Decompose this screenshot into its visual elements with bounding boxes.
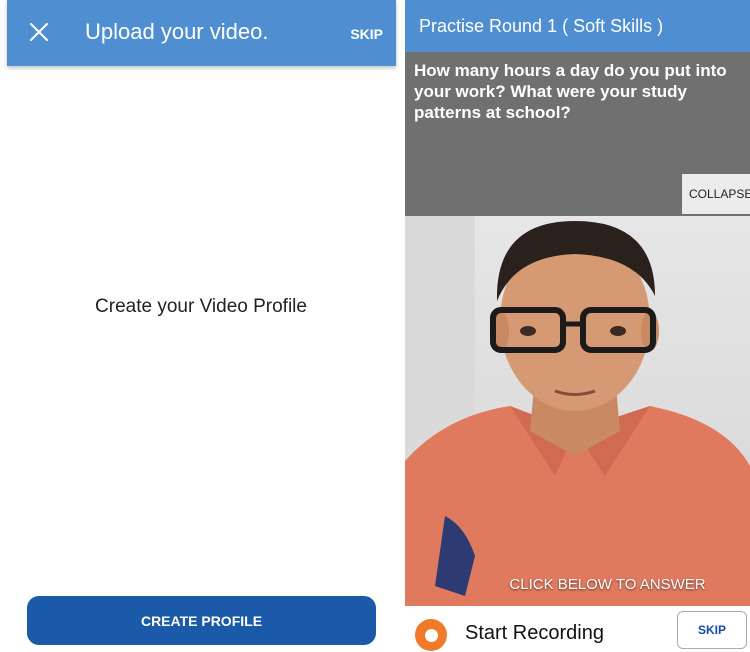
practise-round-screen: Practise Round 1 ( Soft Skills ) How man… <box>405 0 750 652</box>
upload-video-screen: Upload your video. SKIP Create your Vide… <box>0 0 396 652</box>
start-recording-label[interactable]: Start Recording <box>465 622 604 645</box>
round-header: Practise Round 1 ( Soft Skills ) <box>405 0 750 52</box>
skip-button[interactable]: SKIP <box>350 26 383 42</box>
question-text: How many hours a day do you put into you… <box>414 61 727 122</box>
close-icon[interactable] <box>27 20 51 44</box>
record-icon[interactable] <box>415 619 447 651</box>
camera-preview <box>405 216 750 606</box>
skip-question-button[interactable]: SKIP <box>677 611 747 649</box>
video-profile-heading: Create your Video Profile <box>95 296 307 317</box>
round-title: Practise Round 1 ( Soft Skills ) <box>419 16 664 36</box>
camera-feed-illustration <box>405 216 750 606</box>
answer-prompt: CLICK BELOW TO ANSWER <box>509 576 706 593</box>
page-title: Upload your video. <box>85 19 269 44</box>
collapse-button[interactable]: COLLAPSE <box>682 174 750 214</box>
recording-bar: Start Recording SKIP <box>405 606 750 652</box>
app-header: Upload your video. SKIP <box>7 0 396 66</box>
create-profile-button[interactable]: CREATE PROFILE <box>27 596 376 645</box>
